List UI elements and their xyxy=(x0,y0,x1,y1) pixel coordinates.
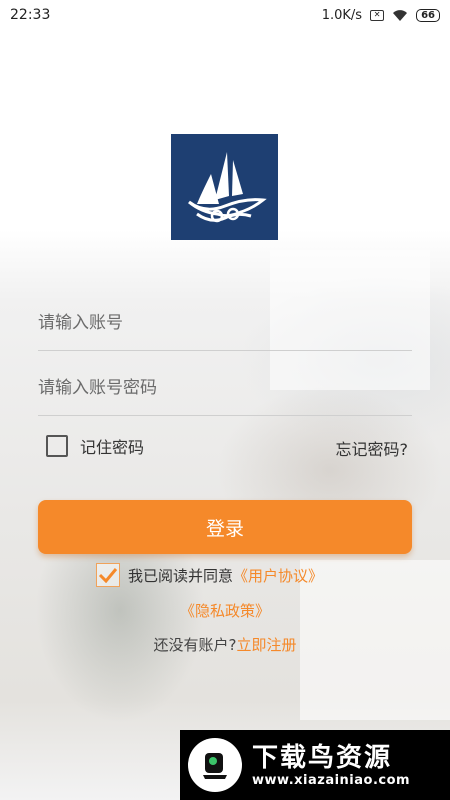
network-speed: 1.0K/s xyxy=(321,7,363,23)
register-row: 还没有账户?立即注册 xyxy=(0,634,450,655)
register-prompt: 还没有账户? xyxy=(153,636,237,654)
privacy-policy-link[interactable]: 《隐私政策》 xyxy=(180,602,270,620)
status-time: 22:33 xyxy=(10,7,51,23)
watermark-banner: 下载鸟资源 www.xiazainiao.com xyxy=(180,730,450,800)
status-bar: 22:33 1.0K/s ✕ 66 xyxy=(0,0,450,30)
password-input[interactable] xyxy=(38,377,412,398)
ship-logo-icon xyxy=(188,152,267,223)
forgot-password-link[interactable]: 忘记密码? xyxy=(336,436,409,460)
remember-label: 记住密码 xyxy=(80,438,145,457)
login-button[interactable]: 登录 xyxy=(38,500,412,554)
battery-icon: 66 xyxy=(416,8,440,22)
register-link[interactable]: 立即注册 xyxy=(236,636,296,654)
account-input[interactable] xyxy=(38,312,412,333)
watermark-bird-icon xyxy=(188,738,242,792)
wifi-icon xyxy=(393,9,408,21)
watermark-url: www.xiazainiao.com xyxy=(252,772,411,788)
app-logo xyxy=(171,134,278,240)
watermark-text: 下载鸟资源 www.xiazainiao.com xyxy=(252,743,410,788)
no-sim-icon: ✕ xyxy=(370,9,385,21)
watermark-title: 下载鸟资源 xyxy=(252,742,393,773)
account-field[interactable] xyxy=(38,295,412,351)
checkmark-icon xyxy=(98,568,118,583)
agreement-checkbox[interactable] xyxy=(96,563,120,587)
password-field[interactable] xyxy=(38,360,412,416)
remember-checkbox[interactable] xyxy=(46,435,68,457)
agreement-row: 我已阅读并同意 《用户协议》 xyxy=(96,563,323,587)
user-agreement-link[interactable]: 《用户协议》 xyxy=(233,565,323,586)
status-indicators: 1.0K/s ✕ 66 xyxy=(322,8,440,23)
remember-password[interactable]: 记住密码 xyxy=(46,434,144,458)
privacy-row: 《隐私政策》 xyxy=(0,600,450,621)
agreement-prefix: 我已阅读并同意 xyxy=(128,566,234,585)
